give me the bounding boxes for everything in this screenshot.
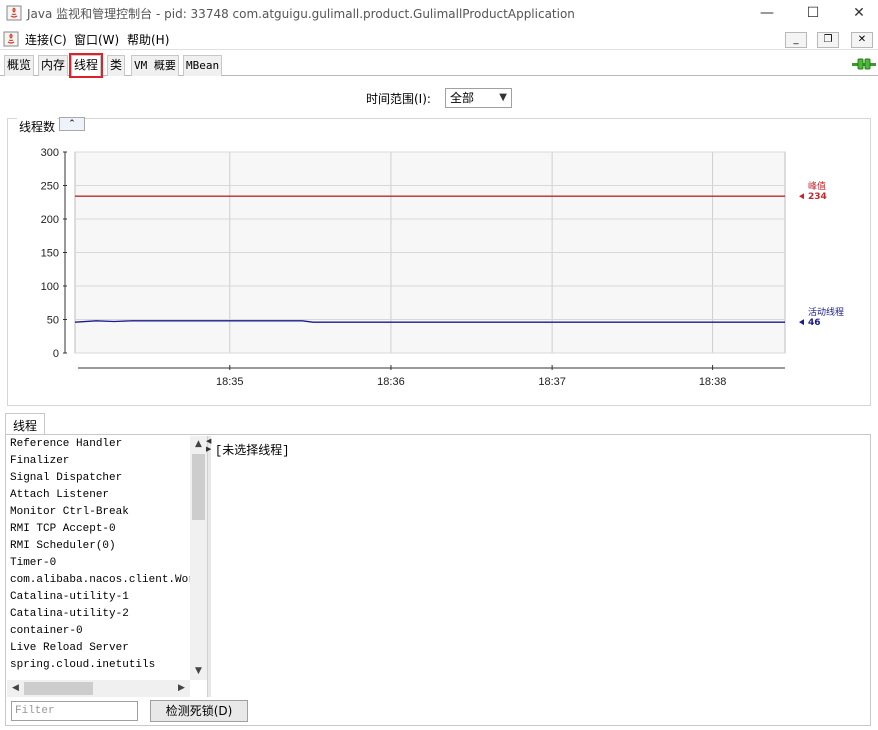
legend-value: 46 [808,318,821,328]
series-end-marker [799,193,804,200]
mdi-minimize-button[interactable]: _ [785,32,807,48]
split-pane-divider[interactable] [207,436,211,697]
thread-detail-pane [212,436,869,697]
x-tick-label: 18:37 [538,376,566,388]
thread-list-item[interactable]: Live Reload Server [7,640,190,657]
y-tick-label: 0 [53,348,59,360]
thread-list-horizontal-scrollbar[interactable]: ◀ ▶ [7,680,190,697]
time-range-select[interactable]: 全部 ▼ [445,88,512,108]
minimize-button[interactable]: — [744,0,790,26]
legend-value: 234 [808,192,827,202]
thread-list-item[interactable]: Reference Handler [7,436,190,453]
y-tick-label: 250 [41,181,59,193]
java-app-icon[interactable] [3,31,19,47]
thread-list-item[interactable]: Attach Listener [7,487,190,504]
split-right-icon[interactable]: ▶ [206,445,211,453]
time-range-label: 时间范围(I): [366,92,431,106]
split-left-icon[interactable]: ◀ [206,437,211,445]
menu-connection[interactable]: 连接(C) [25,31,67,48]
mdi-restore-button[interactable]: ❐ [817,32,839,48]
thread-list-item[interactable]: Monitor Ctrl-Break [7,504,190,521]
y-tick-label: 150 [41,248,59,260]
vertical-scroll-thumb[interactable] [192,454,205,520]
thread-list-item[interactable]: Catalina-utility-2 [7,606,190,623]
scroll-right-icon[interactable]: ▶ [173,680,190,697]
x-tick-label: 18:35 [216,376,244,388]
split-pane-arrows[interactable]: ◀ ▶ [206,437,211,453]
thread-filter-input[interactable] [11,701,138,721]
y-tick-label: 300 [41,147,59,159]
scroll-left-icon[interactable]: ◀ [7,680,24,697]
close-button[interactable]: ✕ [836,0,878,26]
thread-list-item[interactable]: spring.cloud.inetutils [7,657,190,674]
y-tick-label: 100 [41,281,59,293]
scroll-up-icon[interactable]: ▲ [190,436,207,453]
title-bar: Java 监视和管理控制台 - pid: 33748 com.atguigu.g… [0,0,878,26]
legend-name: 峰值 [808,180,826,192]
thread-list-item[interactable]: RMI TCP Accept-0 [7,521,190,538]
thread-list-item[interactable]: com.alibaba.nacos.client.Worke [7,572,190,589]
detect-deadlock-button[interactable]: 检测死锁(D) [150,700,248,722]
thread-list-item[interactable]: Finalizer [7,453,190,470]
time-range-value: 全部 [450,91,475,105]
scroll-down-icon[interactable]: ▼ [190,663,207,680]
thread-list-item[interactable]: RMI Scheduler(0) [7,538,190,555]
tab-threads[interactable]: 线程 [68,53,104,78]
y-tick-label: 50 [47,315,59,327]
thread-list-item[interactable]: container-0 [7,623,190,640]
tab-memory[interactable]: 内存 [38,55,69,76]
java-app-icon [6,5,22,21]
mdi-close-button[interactable]: ✕ [851,32,873,48]
tab-mbean[interactable]: MBean [183,55,223,76]
thread-count-chart: 18:35 18:36 18:37 18:38 0 50 100 150 200 250 300 峰… [41,147,844,388]
x-tick-label: 18:36 [377,376,405,388]
tab-overview[interactable]: 概览 [4,55,35,76]
chart-legend: 峰值234 活动线程46 [799,180,844,328]
tab-classes[interactable]: 类 [107,55,126,76]
thread-list-vertical-scrollbar[interactable]: ▲ ▼ [190,436,207,680]
threads-section-tab[interactable]: 线程 [5,413,46,435]
menu-window[interactable]: 窗口(W) [74,31,119,48]
maximize-button[interactable]: ☐ [790,0,836,26]
thread-list-item[interactable]: Catalina-utility-1 [7,589,190,606]
window-title: Java 监视和管理控制台 - pid: 33748 com.atguigu.g… [27,7,575,21]
thread-list-item[interactable]: Signal Dispatcher [7,470,190,487]
thread-list-item[interactable]: Timer-0 [7,555,190,572]
horizontal-scroll-thumb[interactable] [24,682,93,695]
menu-help[interactable]: 帮助(H) [127,31,169,48]
tab-vm-summary[interactable]: VM 概要 [131,55,179,76]
y-tick-label: 200 [41,214,59,226]
menu-bar: 连接(C) 窗口(W) 帮助(H) _ ❐ ✕ [0,28,878,50]
legend-name: 活动线程 [808,306,844,318]
tab-bar: 概览 内存 线程 类 VM 概要 MBean [0,52,878,78]
chevron-down-icon: ▼ [499,92,507,103]
series-end-marker [799,319,804,326]
thread-list[interactable]: Reference Handler Finalizer Signal Dispatc… [7,436,190,680]
thread-detail-text: [未选择线程] [215,444,290,458]
collapse-chart-button[interactable]: ⌃ [59,117,85,131]
x-tick-label: 18:38 [699,376,727,388]
connection-status-icon [852,58,876,70]
